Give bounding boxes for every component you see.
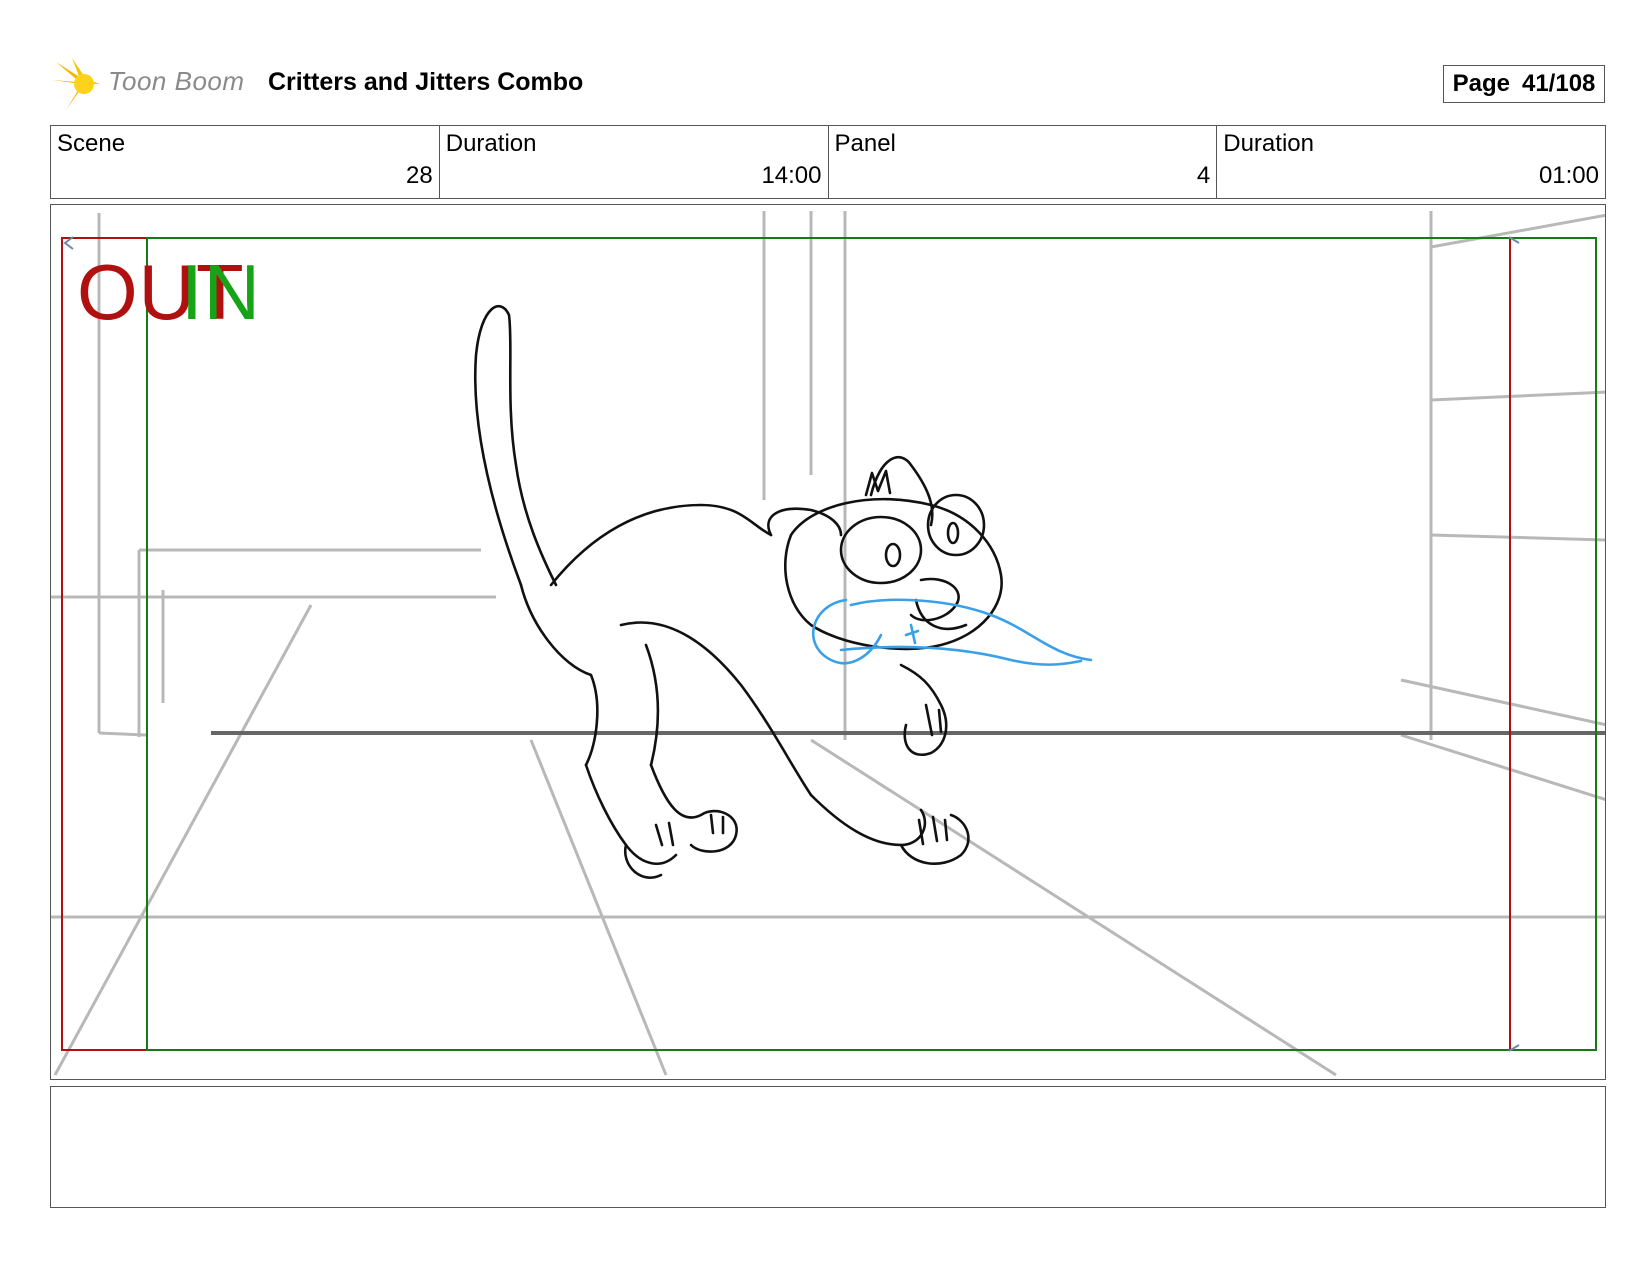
scene-value: 28 [406,162,433,189]
panel-duration-label: Duration [1223,130,1314,157]
panel-duration-value: 01:00 [1538,162,1599,189]
panel-info-table: Scene 28 Duration 14:00 Panel 4 Duration… [50,125,1606,199]
panel-notes-box[interactable] [50,1086,1606,1208]
scene-duration-label: Duration [445,130,537,157]
scene-duration-value: 14:00 [761,162,822,189]
page-indicator: Page 41/108 [1443,65,1605,103]
document-title: Critters and Jitters Combo [268,68,584,96]
page-number: 41/108 [1521,70,1596,97]
background-guides [51,211,1605,1077]
out-camera-frame [61,237,1511,1051]
panel-drawing [51,211,1605,1077]
cat-sketch [473,304,1003,879]
brand-name: Toon Boom [108,66,245,96]
in-camera-frame [146,237,1597,1051]
page-label: Page [1452,70,1510,97]
storyboard-panel[interactable]: OUT IN [50,204,1606,1080]
starburst-icon [52,58,100,110]
panel-value: 4 [1196,162,1211,189]
toon-boom-logo: Toon Boom [52,56,252,112]
scene-cell: Scene 28 [51,126,440,198]
panel-duration-cell: Duration 01:00 [1217,126,1605,198]
in-frame-label: IN [181,248,261,336]
scene-duration-cell: Duration 14:00 [440,126,829,198]
scene-label: Scene [57,130,126,157]
panel-label: Panel [834,130,896,157]
panel-cell: Panel 4 [829,126,1218,198]
